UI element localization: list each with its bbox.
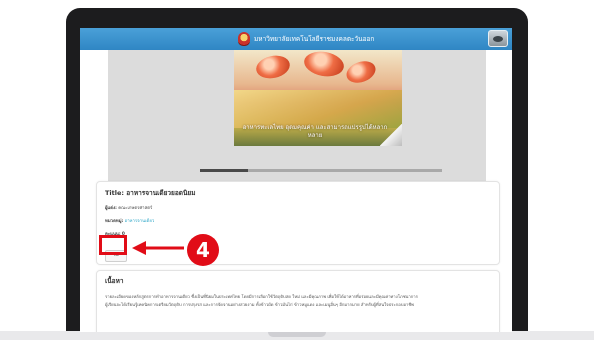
browser-screen: มหาวิทยาลัยเทคโนโลยีราชมงคลตะวันออก อาหา…: [80, 28, 512, 332]
app-title: มหาวิทยาลัยเทคโนโลยีราชมงคลตะวันออก: [254, 35, 375, 43]
author-row: ผู้แต่ง: คณะเกษตรศาสตร์: [105, 204, 152, 211]
content-heading: เนื้อหา: [105, 277, 124, 285]
video-progress-fill: [200, 169, 249, 172]
category-row: หมวดหมู่: อาหารจานเดียว: [105, 217, 154, 224]
app-header-bar: มหาวิทยาลัยเทคโนโลยีราชมงคลตะวันออก: [80, 28, 512, 50]
user-avatar-icon[interactable]: [488, 30, 508, 47]
shrimp-image-part: [254, 52, 292, 82]
category-label: หมวดหมู่:: [105, 219, 124, 224]
step-number-badge: 4: [187, 234, 219, 266]
content-line: ผู้เรียนจะได้เรียนรู้เทคนิคการเตรียมวัตถ…: [105, 302, 414, 307]
thumbnail-plate: [234, 90, 402, 128]
video-progress-bar[interactable]: [200, 169, 442, 172]
shrimp-image-part: [343, 57, 379, 87]
category-link[interactable]: อาหารจานเดียว: [125, 219, 155, 224]
laptop-notch: [268, 332, 326, 337]
content-body: รายละเอียดของหลักสูตรการทำอาหารจานเดียว …: [105, 293, 493, 309]
author-value: คณะเกษตรศาสตร์: [118, 206, 153, 211]
presentation-stage: มหาวิทยาลัยเทคโนโลยีราชมงคลตะวันออก อาหา…: [0, 0, 594, 340]
content-card: เนื้อหา รายละเอียดของหลักสูตรการทำอาหารจ…: [96, 270, 500, 332]
course-title: Title: อาหารจานเดียวยอดนิยม: [105, 189, 196, 197]
video-thumbnail[interactable]: อาหารทะเลไทย อุดมคุณค่า และสามารถแปรรูปไ…: [234, 50, 402, 146]
thumbnail-caption: อาหารทะเลไทย อุดมคุณค่า และสามารถแปรรูปไ…: [242, 124, 388, 139]
shrimp-image-part: [302, 50, 346, 80]
video-player[interactable]: อาหารทะเลไทย อุดมคุณค่า และสามารถแปรรูปไ…: [108, 50, 486, 200]
content-line: รายละเอียดของหลักสูตรการทำอาหารจานเดียว …: [105, 294, 418, 299]
highlight-box: [99, 235, 127, 255]
pointer-arrow-icon: [132, 241, 184, 255]
page-curl-icon: [380, 124, 402, 146]
author-label: ผู้แต่ง:: [105, 206, 117, 211]
university-logo-icon: [238, 32, 250, 46]
